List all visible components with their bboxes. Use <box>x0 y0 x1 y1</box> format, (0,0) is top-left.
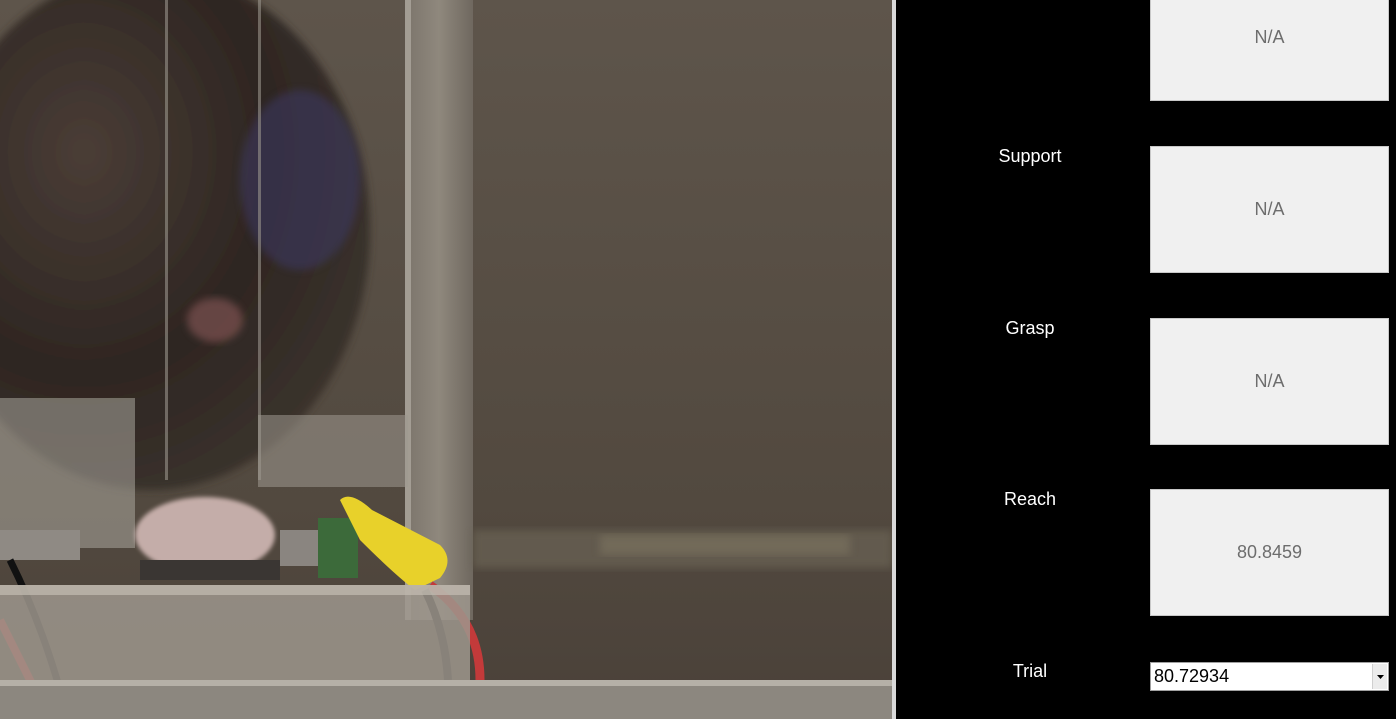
value-top-text: N/A <box>1254 27 1285 47</box>
video-image <box>0 0 892 719</box>
support-value-box: N/A <box>1150 146 1389 273</box>
support-value: N/A <box>1254 199 1285 219</box>
reach-value-box: 80.8459 <box>1150 489 1389 616</box>
grasp-value-box: N/A <box>1150 318 1389 445</box>
support-label: Support <box>998 146 1062 166</box>
value-box-top: N/A <box>1150 0 1389 101</box>
app-window: N/A Support N/A Grasp N/A Reach 80.8459 … <box>0 0 1396 719</box>
chevron-down-icon <box>1376 674 1384 679</box>
dropdown-arrow-icon[interactable] <box>1372 664 1387 689</box>
trial-select[interactable]: 80.72934 <box>1150 662 1389 691</box>
reach-label: Reach <box>1003 489 1057 509</box>
grasp-label: Grasp <box>1005 318 1055 338</box>
reach-value: 80.8459 <box>1236 542 1303 562</box>
grasp-value: N/A <box>1254 371 1285 391</box>
video-divider <box>892 0 896 719</box>
trial-label: Trial <box>1012 661 1048 681</box>
trial-selected-value: 80.72934 <box>1154 666 1230 686</box>
video-frame[interactable] <box>0 0 892 719</box>
